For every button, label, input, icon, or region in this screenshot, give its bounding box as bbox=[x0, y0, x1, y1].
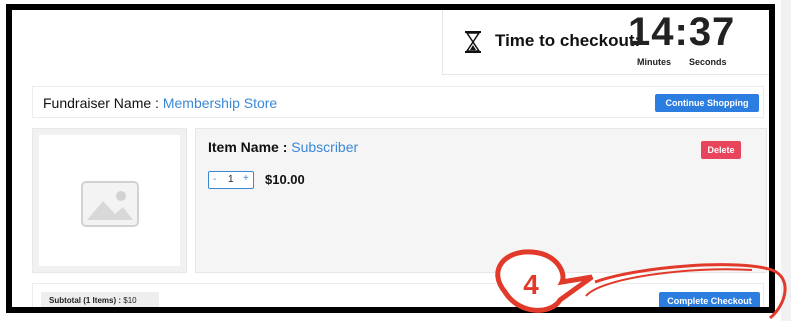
subtotal-label: Subtotal (1 Items) : bbox=[49, 296, 122, 305]
hourglass-icon bbox=[465, 31, 481, 53]
item-label-text: Item Name : bbox=[208, 139, 292, 155]
checkout-timer: Time to checkout: 14:37 Minutes Seconds bbox=[442, 10, 769, 75]
item-price: $10.00 bbox=[265, 172, 305, 187]
quantity-stepper: - 1 + bbox=[208, 171, 254, 189]
subtotal-badge: Subtotal (1 Items) : $10 bbox=[41, 292, 159, 307]
timer-value: 14:37 bbox=[628, 10, 736, 54]
fundraiser-label-text: Fundraiser Name : bbox=[43, 95, 163, 111]
timer-label: Time to checkout: bbox=[495, 31, 641, 50]
item-thumbnail bbox=[32, 128, 187, 273]
continue-shopping-button[interactable]: Continue Shopping bbox=[655, 94, 759, 112]
checkout-footer: Subtotal (1 Items) : $10 Complete Checko… bbox=[32, 283, 764, 307]
page-gutter bbox=[781, 0, 791, 321]
delete-button[interactable]: Delete bbox=[701, 141, 741, 159]
item-name-link[interactable]: Subscriber bbox=[291, 139, 358, 155]
quantity-input[interactable]: 1 bbox=[228, 174, 234, 185]
quantity-increment-button[interactable]: + bbox=[243, 173, 249, 184]
quantity-decrement-button[interactable]: - bbox=[213, 174, 216, 185]
subtotal-value: $10 bbox=[123, 296, 137, 305]
timer-minutes-label: Minutes bbox=[637, 57, 672, 67]
image-placeholder-icon bbox=[81, 181, 139, 227]
fundraiser-label: Fundraiser Name : Membership Store bbox=[43, 95, 277, 111]
complete-checkout-button[interactable]: Complete Checkout bbox=[659, 292, 760, 307]
checkout-frame: Time to checkout: 14:37 Minutes Seconds … bbox=[6, 4, 775, 313]
fundraiser-name-link[interactable]: Membership Store bbox=[163, 95, 277, 111]
step-number: 4 bbox=[523, 269, 539, 300]
timer-seconds-label: Seconds bbox=[689, 57, 727, 67]
fundraiser-bar: Fundraiser Name : Membership Store Conti… bbox=[32, 86, 764, 118]
cart-item: Item Name : Subscriber Delete - 1 + $10.… bbox=[195, 128, 767, 273]
item-label: Item Name : Subscriber bbox=[208, 139, 358, 155]
